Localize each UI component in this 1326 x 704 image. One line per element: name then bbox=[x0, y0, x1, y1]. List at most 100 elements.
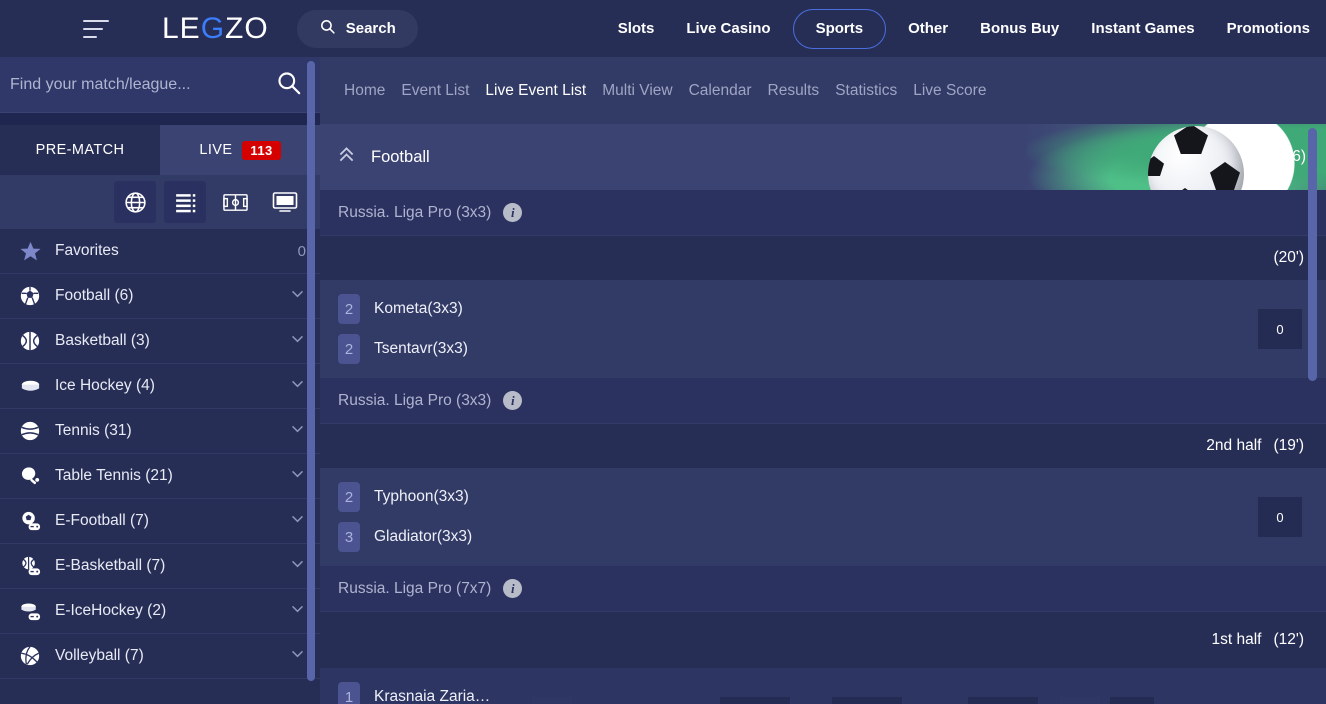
chevron-down-icon[interactable] bbox=[289, 510, 306, 532]
sidebar-item-ice-hockey[interactable]: Ice Hockey (4) bbox=[0, 364, 320, 409]
pitch-icon[interactable] bbox=[214, 181, 256, 223]
sidebar-item-table-tennis-label: Table Tennis (21) bbox=[55, 467, 173, 484]
team-home-name: Kometa(3x3) bbox=[374, 300, 463, 317]
team-away-name: Gladiator(3x3) bbox=[374, 528, 473, 545]
live-count-badge: 113 bbox=[242, 140, 281, 160]
nav-item-sports[interactable]: Sports bbox=[792, 8, 887, 49]
sidebar-item-e-football-label: E-Football (7) bbox=[55, 512, 149, 529]
odds-button-win1[interactable]: 5.5 bbox=[720, 697, 791, 704]
subnav-item-live-score[interactable]: Live Score bbox=[905, 82, 994, 100]
info-icon[interactable]: i bbox=[503, 579, 523, 598]
info-icon[interactable]: i bbox=[503, 391, 523, 410]
nav-item-live-casino[interactable]: Live Casino bbox=[670, 0, 786, 57]
odds-button-draw[interactable]: 3.9 bbox=[832, 697, 903, 704]
sidebar-item-e-football[interactable]: E-Football (7) bbox=[0, 499, 320, 544]
logo-part-1: LE bbox=[162, 11, 201, 45]
chevron-down-icon[interactable] bbox=[289, 330, 306, 352]
tab-live[interactable]: LIVE 113 bbox=[160, 125, 320, 175]
market-count-box[interactable]: 0 bbox=[1258, 497, 1302, 537]
sport-group-header-football[interactable]: Football (6) bbox=[320, 124, 1326, 190]
chevron-down-icon[interactable] bbox=[289, 375, 306, 397]
sidebar-view-toolbar bbox=[0, 175, 320, 229]
match-clock: (20') bbox=[1273, 249, 1304, 266]
sidebar-item-basketball[interactable]: Basketball (3) bbox=[0, 319, 320, 364]
nav-item-other[interactable]: Other bbox=[892, 0, 964, 57]
sidebar-item-favorites[interactable]: Favorites 0 bbox=[0, 229, 320, 274]
sidebar-item-volleyball[interactable]: Volleyball (7) bbox=[0, 634, 320, 679]
live-event-list: Football (6) Russia. Liga Pro (3x3) i (2… bbox=[320, 124, 1326, 704]
volleyball-icon bbox=[18, 644, 42, 668]
content-scrollbar-thumb[interactable] bbox=[1308, 128, 1317, 381]
sidebar-tabs: PRE-MATCH LIVE 113 bbox=[0, 125, 320, 175]
chevron-left-icon[interactable] bbox=[532, 697, 572, 704]
nav-item-instant-games[interactable]: Instant Games bbox=[1075, 0, 1210, 57]
search-input[interactable] bbox=[10, 75, 275, 94]
subnav-item-home[interactable]: Home bbox=[336, 82, 393, 100]
chevron-down-icon[interactable] bbox=[289, 285, 306, 307]
tab-pre-match-label: PRE-MATCH bbox=[35, 142, 125, 158]
chevron-down-icon[interactable] bbox=[289, 555, 306, 577]
chevron-right-icon[interactable] bbox=[1060, 697, 1101, 704]
market-count-box[interactable]: 0 bbox=[1258, 309, 1302, 349]
nav-item-bonus-buy[interactable]: Bonus Buy bbox=[964, 0, 1075, 57]
subnav-item-event-list[interactable]: Event List bbox=[393, 82, 477, 100]
sidebar-item-e-basketball-label: E-Basketball (7) bbox=[55, 557, 166, 574]
sidebar-item-e-icehockey-label: E-IceHockey (2) bbox=[55, 602, 167, 619]
list-icon[interactable] bbox=[164, 181, 206, 223]
hamburger-icon[interactable] bbox=[83, 19, 109, 38]
sidebar-item-tennis[interactable]: Tennis (31) bbox=[0, 409, 320, 454]
brand-logo[interactable]: LEGZO bbox=[162, 12, 269, 46]
logo-accent-letter: G bbox=[200, 11, 226, 45]
sidebar-search[interactable] bbox=[0, 57, 320, 113]
subnav-item-results[interactable]: Results bbox=[760, 82, 828, 100]
chevron-down-icon[interactable] bbox=[289, 645, 306, 667]
odds-group-draw: X 3.9 bbox=[812, 697, 903, 704]
sidebar-item-table-tennis[interactable]: Table Tennis (21) bbox=[0, 454, 320, 499]
more-markets-button[interactable]: +31 bbox=[1110, 697, 1155, 704]
e-football-icon bbox=[18, 509, 42, 533]
info-icon[interactable]: i bbox=[503, 203, 523, 222]
sports-list: Favorites 0 Football (6) Basketball (3) bbox=[0, 229, 320, 679]
league-name: Russia. Liga Pro (7x7) bbox=[338, 579, 492, 597]
match-row[interactable]: 2 Typhoon(3x3) 3 Gladiator(3x3) 0 bbox=[320, 468, 1326, 566]
match-row[interactable]: 2 Kometa(3x3) 2 Tsentavr(3x3) 0 bbox=[320, 280, 1326, 378]
subnav-item-live-event-list[interactable]: Live Event List bbox=[477, 82, 594, 100]
team-away: 3 Gladiator(3x3) bbox=[338, 522, 508, 552]
league-header[interactable]: Russia. Liga Pro (3x3) i bbox=[320, 190, 1326, 236]
match-period: 1st half bbox=[1211, 631, 1262, 648]
sidebar-scrollbar[interactable] bbox=[307, 57, 315, 704]
league-header[interactable]: Russia. Liga Pro (3x3) i bbox=[320, 378, 1326, 424]
logo-part-2: ZO bbox=[225, 11, 269, 45]
top-header: LEGZO Search Slots Live Casino Sports Ot… bbox=[0, 0, 1326, 57]
match-teams: 2 Typhoon(3x3) 3 Gladiator(3x3) bbox=[338, 482, 508, 552]
team-home: 2 Kometa(3x3) bbox=[338, 294, 508, 324]
globe-icon[interactable] bbox=[114, 181, 156, 223]
search-icon[interactable] bbox=[275, 69, 302, 101]
sport-group-count: (6) bbox=[1287, 148, 1306, 165]
double-chevron-up-icon[interactable] bbox=[336, 144, 357, 170]
subnav-item-statistics[interactable]: Statistics bbox=[827, 82, 905, 100]
nav-item-slots[interactable]: Slots bbox=[602, 0, 671, 57]
sidebar-item-football[interactable]: Football (6) bbox=[0, 274, 320, 319]
sidebar-item-e-basketball[interactable]: E-Basketball (7) bbox=[0, 544, 320, 589]
subnav-item-calendar[interactable]: Calendar bbox=[681, 82, 760, 100]
league-header[interactable]: Russia. Liga Pro (7x7) i bbox=[320, 566, 1326, 612]
content-scrollbar[interactable] bbox=[1308, 124, 1317, 704]
tab-pre-match[interactable]: PRE-MATCH bbox=[0, 125, 160, 175]
search-button[interactable]: Search bbox=[296, 9, 418, 48]
nav-item-promotions[interactable]: Promotions bbox=[1211, 0, 1326, 57]
sidebar-scrollbar-thumb[interactable] bbox=[307, 61, 315, 681]
sidebar-item-e-icehockey[interactable]: E-IceHockey (2) bbox=[0, 589, 320, 634]
chevron-down-icon[interactable] bbox=[289, 420, 306, 442]
football-icon bbox=[18, 284, 42, 308]
match-time-row: (20') bbox=[320, 236, 1326, 280]
sidebar-item-volleyball-label: Volleyball (7) bbox=[55, 647, 144, 664]
chevron-down-icon[interactable] bbox=[289, 600, 306, 622]
chevron-down-icon[interactable] bbox=[289, 465, 306, 487]
subnav-item-multi-view[interactable]: Multi View bbox=[594, 82, 680, 100]
sport-group-title: Football bbox=[371, 147, 430, 166]
team-home-name: Krasnaia Zaria… bbox=[374, 688, 491, 704]
odds-button-win2[interactable]: 1.54 bbox=[968, 697, 1039, 704]
tv-icon[interactable] bbox=[264, 181, 306, 223]
match-row[interactable]: 1 Krasnaia Zaria… 2 Sodovik(7x7) Result … bbox=[320, 668, 1326, 704]
